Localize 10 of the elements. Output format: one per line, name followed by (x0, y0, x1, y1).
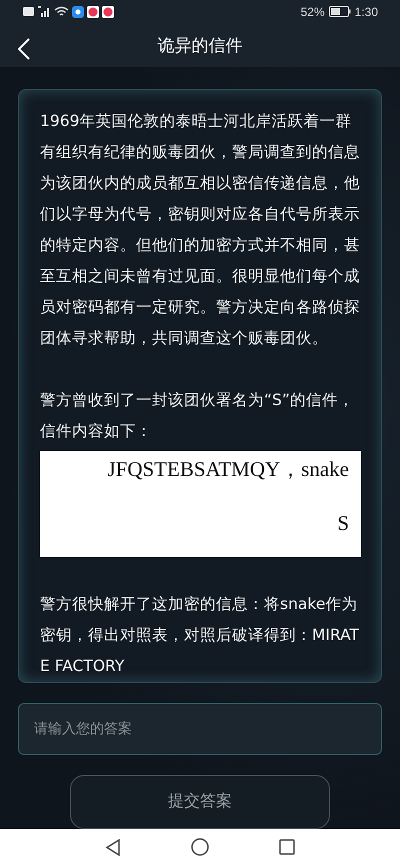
story-paragraph: 1969年英国伦敦的泰晤士河北岸活跃着一群有组织有纪律的贩毒团伙，警局调查到的信息为该团伙内的成员都互相以密信传递信息，他们以字母为代号，密钥则对应各自代号所表示的特定内容。但他们的加密方式并不相同，甚至互相之间未曾有过见面。很明显他们每个成员对密码都有一定研究。警方决定向各路侦探团体寻求帮助，共同调查这个贩毒团伙。 (40, 110, 361, 348)
solution-paragraph: 警方很快解开了这加密的信息：将snake作为密钥，得出对照表，对照后破译得到：MIRATE FACTORY (40, 594, 360, 676)
story-paragraph: 警方曾收到了一封该团伙署名为“S”的信件，信件内容如下： (40, 390, 355, 442)
letter-signature: S (337, 510, 349, 536)
submit-button[interactable]: 提交答案 (70, 774, 330, 828)
clock-time: 1:30 (354, 4, 378, 19)
answer-field[interactable]: 请输入您的答案 (18, 702, 382, 754)
letter-message: JFQSTEBSATMQY，snake (107, 456, 349, 482)
battery-percent: 52% (300, 4, 325, 19)
page-title: 诡异的信件 (158, 34, 242, 57)
